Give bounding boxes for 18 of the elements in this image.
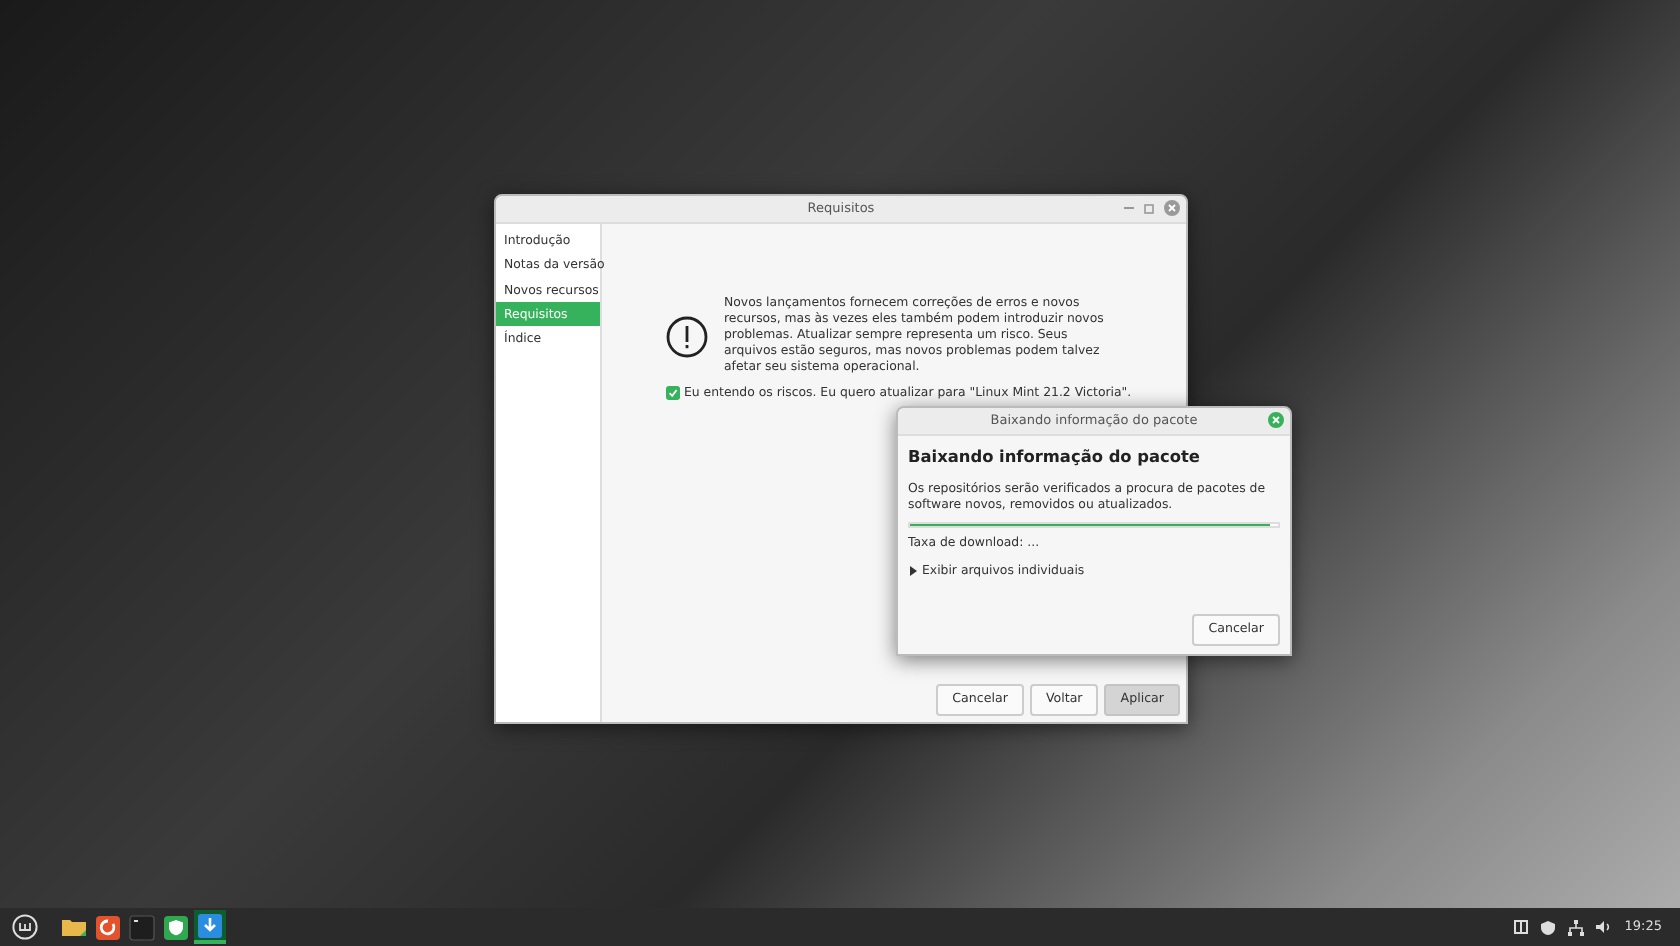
- launcher-button[interactable]: [194, 910, 226, 944]
- terminal-icon: [128, 913, 156, 941]
- dialog-heading: Baixando informação do pacote: [908, 444, 1202, 469]
- expander-arrow-icon[interactable]: [908, 565, 918, 576]
- volume-icon[interactable]: [1596, 920, 1613, 934]
- launcher-button[interactable]: [92, 910, 124, 944]
- window-icon[interactable]: [1514, 920, 1529, 934]
- close-icon[interactable]: [1268, 412, 1284, 428]
- shield-icon: [162, 913, 190, 941]
- warning-icon: [666, 315, 708, 357]
- agree-checkbox[interactable]: [666, 386, 680, 401]
- close-icon[interactable]: [1164, 200, 1180, 216]
- download-icon: [196, 911, 224, 939]
- shield-icon[interactable]: [1540, 919, 1557, 935]
- network-icon[interactable]: [1568, 919, 1585, 935]
- menu-icon[interactable]: [12, 914, 38, 940]
- launcher-button[interactable]: [160, 910, 192, 944]
- browser-icon: [94, 913, 122, 941]
